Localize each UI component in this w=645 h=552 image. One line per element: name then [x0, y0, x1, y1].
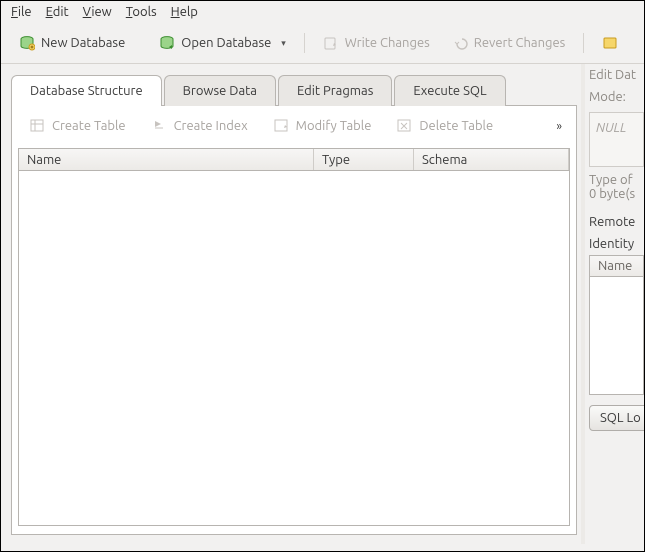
menu-edit[interactable]: Edit	[46, 5, 69, 19]
revert-changes-label: Revert Changes	[474, 36, 566, 50]
create-table-icon	[30, 118, 46, 134]
column-header-schema[interactable]: Schema	[414, 149, 569, 170]
tab-bar: Database Structure Browse Data Edit Prag…	[11, 74, 577, 105]
delete-table-label: Delete Table	[419, 119, 493, 133]
project-icon	[602, 35, 618, 51]
column-header-name[interactable]: Name	[19, 149, 314, 170]
left-pane: Database Structure Browse Data Edit Prag…	[1, 64, 581, 544]
cell-editor[interactable]: NULL	[589, 112, 644, 167]
delete-table-button: Delete Table	[389, 114, 501, 138]
tab-browse-data[interactable]: Browse Data	[164, 75, 276, 106]
open-database-label: Open Database	[181, 36, 271, 50]
create-index-label: Create Index	[174, 119, 248, 133]
menu-help[interactable]: Help	[171, 5, 198, 19]
tab-content: Create Table Create Index Modify Table	[11, 105, 577, 535]
tab-edit-pragmas[interactable]: Edit Pragmas	[278, 75, 392, 106]
bytes-label: 0 byte(s	[589, 187, 644, 201]
schema-tree-header: Name Type Schema	[19, 149, 569, 171]
revert-changes-icon	[452, 35, 468, 51]
toolbar-overflow-button[interactable]: »	[556, 120, 566, 133]
toolbar-separator	[304, 33, 305, 53]
right-pane: Edit Dat Mode: NULL Type of 0 byte(s Rem…	[585, 64, 644, 544]
menu-file-label: ile	[18, 5, 32, 19]
sql-log-label: SQL Lo	[600, 411, 641, 425]
tab-browse-label: Browse Data	[183, 84, 257, 98]
menu-view-label: iew	[91, 5, 111, 19]
main-toolbar: New Database Open Database ▾ Write Chang…	[1, 25, 644, 64]
new-database-icon	[19, 35, 35, 51]
remote-column-name[interactable]: Name	[590, 256, 643, 277]
toolbar-extra-button[interactable]	[594, 31, 618, 55]
modify-table-icon	[274, 118, 290, 134]
create-index-icon	[152, 118, 168, 134]
delete-table-icon	[397, 118, 413, 134]
cell-editor-placeholder: NULL	[596, 121, 626, 135]
write-changes-icon	[323, 35, 339, 51]
menu-file[interactable]: File	[11, 5, 32, 19]
new-database-label: New Database	[41, 36, 125, 50]
open-database-icon	[159, 35, 175, 51]
edit-cell-heading: Edit Dat	[589, 68, 644, 82]
write-changes-button: Write Changes	[315, 31, 438, 55]
toolbar-separator-2	[583, 33, 584, 53]
structure-toolbar: Create Table Create Index Modify Table	[12, 106, 576, 148]
tab-execute-label: Execute SQL	[413, 84, 486, 98]
create-table-label: Create Table	[52, 119, 126, 133]
menu-bar: File Edit View Tools Help	[1, 1, 644, 25]
create-table-button: Create Table	[22, 114, 134, 138]
tab-execute-sql[interactable]: Execute SQL	[394, 75, 505, 106]
tab-database-structure[interactable]: Database Structure	[11, 75, 162, 106]
remote-list[interactable]: Name	[589, 255, 644, 395]
column-header-type[interactable]: Type	[314, 149, 414, 170]
mode-label: Mode:	[589, 90, 626, 104]
menu-tools[interactable]: Tools	[126, 5, 157, 19]
menu-help-label: elp	[180, 5, 198, 19]
sql-log-button[interactable]: SQL Lo	[589, 405, 644, 431]
menu-edit-label: dit	[53, 5, 69, 19]
menu-tools-label: ools	[132, 5, 156, 19]
tab-structure-label: Database Structure	[30, 84, 143, 98]
write-changes-label: Write Changes	[345, 36, 430, 50]
tab-pragmas-label: Edit Pragmas	[297, 84, 373, 98]
open-database-dropdown-icon[interactable]: ▾	[277, 38, 286, 49]
remote-heading: Remote	[589, 215, 644, 229]
type-of-label: Type of	[589, 173, 644, 187]
new-database-button[interactable]: New Database	[11, 31, 133, 55]
modify-table-label: Modify Table	[296, 119, 372, 133]
revert-changes-button: Revert Changes	[444, 31, 574, 55]
menu-view[interactable]: View	[83, 5, 112, 19]
open-database-button[interactable]: Open Database ▾	[151, 31, 294, 55]
schema-tree[interactable]: Name Type Schema	[18, 148, 570, 526]
create-index-button: Create Index	[144, 114, 256, 138]
identity-label: Identity	[589, 237, 644, 251]
modify-table-button: Modify Table	[266, 114, 380, 138]
